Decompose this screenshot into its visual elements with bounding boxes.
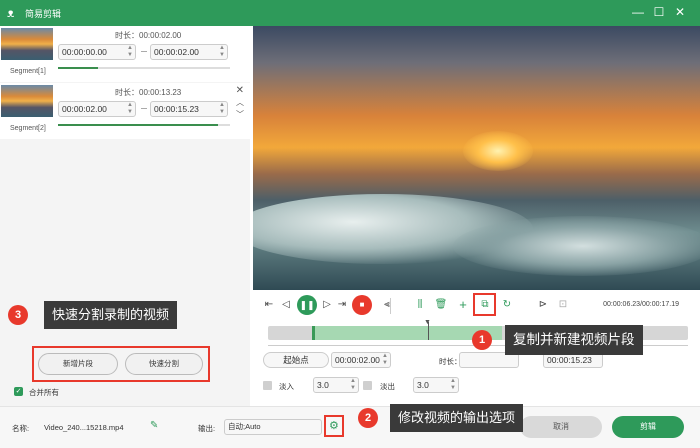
next-mark-icon[interactable]: ⇥ (335, 298, 349, 312)
pause-button[interactable]: ❚❚ (297, 295, 317, 315)
spinner-icon[interactable]: ▲ ▼ (450, 378, 456, 392)
new-segment-button[interactable]: 新增片段 (38, 353, 118, 375)
snap-right-icon[interactable]: ⊡ (556, 298, 570, 312)
segment-label: Segment[2] (10, 125, 46, 132)
chevron-up-icon[interactable]: ︿ (236, 97, 244, 108)
segment-label: Segment[1] (10, 68, 46, 75)
snap-left-icon[interactable]: ⊳ (536, 298, 550, 312)
fade-out-field[interactable]: 3.0 ▲ ▼ (413, 377, 459, 393)
segment-end-field[interactable]: 00:00:15.23 ▲ ▼ (150, 101, 228, 117)
video-preview[interactable] (253, 26, 700, 290)
file-name: Video_240...15218.mp4 (44, 423, 124, 432)
prev-mark-icon[interactable]: ⇤ (262, 298, 276, 312)
merge-all-label: 合并所有 (29, 388, 59, 397)
fade-out-value: 3.0 (417, 380, 429, 390)
range-separator (141, 51, 147, 52)
spinner-icon[interactable]: ▲ ▼ (219, 45, 225, 59)
segment-item-1[interactable]: Segment[1] 时长：00:00:02.00 00:00:00.00 ▲ ▼ … (0, 26, 250, 82)
reset-icon[interactable]: ↻ (500, 298, 514, 312)
cancel-button[interactable]: 取消 (520, 416, 602, 438)
start-time-value: 00:00:02.00 (335, 355, 380, 365)
callout-badge-1: 1 (472, 330, 492, 350)
timecode: 00:00:06.23/00:00:17.19 (603, 301, 679, 308)
segment-end-field[interactable]: 00:00:02.00 ▲ ▼ (150, 44, 228, 60)
callout-3: 快速分割录制的视频 (44, 301, 178, 329)
divider (390, 298, 391, 314)
segment-duration: 时长：00:00:02.00 (115, 31, 182, 40)
segment-start-field[interactable]: 00:00:02.00 ▲ ▼ (58, 101, 136, 117)
output-bar: 名称: Video_240...15218.mp4 ✎ 输出: 自动;Auto … (0, 406, 700, 448)
segment-item-2[interactable]: Segment[2] 时长：00:00:13.23 00:00:02.00 ▲ ▼ … (0, 83, 250, 139)
start-point-label: 起始点 (283, 355, 309, 365)
segment-list-panel: Segment[1] 时长：00:00:02.00 00:00:00.00 ▲ ▼ … (0, 26, 250, 406)
fade-in-label: 淡入 (279, 382, 294, 391)
maximize-icon[interactable]: ☐ (652, 5, 666, 19)
segment-progress-fill (58, 124, 218, 126)
callout-2: 修改视频的输出选项 (390, 404, 524, 432)
chevron-down-icon[interactable]: ﹀ (236, 109, 244, 120)
spinner-icon[interactable]: ▲ ▼ (219, 102, 225, 116)
output-value: 自动;Auto (228, 422, 261, 431)
sun-glow (463, 131, 533, 171)
output-label: 输出: (198, 424, 216, 433)
quick-split-button[interactable]: 快速分割 (125, 353, 203, 375)
range-separator (141, 108, 147, 109)
start-time-field[interactable]: 00:00:02.00 ▲ ▼ (331, 352, 391, 368)
output-select[interactable]: 自动;Auto (224, 419, 322, 435)
fade-in-field[interactable]: 3.0 ▲ ▼ (313, 377, 359, 393)
segment-progress (58, 124, 230, 126)
segment-thumbnail (1, 85, 53, 117)
fade-out-label: 淡出 (380, 382, 395, 391)
segment-progress-fill (58, 67, 98, 69)
segment-start-field[interactable]: 00:00:00.00 ▲ ▼ (58, 44, 136, 60)
segment-start-value: 00:00:00.00 (62, 47, 107, 57)
segment-duration: 时长：00:00:13.23 (115, 88, 182, 97)
edit-name-icon[interactable]: ✎ (150, 420, 158, 431)
title-bar: ᴥ 简易剪辑 — ☐ ✕ (0, 0, 700, 26)
spinner-icon[interactable]: ▲ ▼ (382, 353, 388, 367)
callout-badge-2: 2 (358, 408, 378, 428)
gear-icon[interactable]: ⚙ (329, 419, 339, 432)
fade-in-checkbox[interactable] (263, 381, 272, 390)
end-time-value: 00:00:15.23 (547, 355, 592, 365)
spinner-icon[interactable]: ▲ ▼ (127, 45, 133, 59)
rabbit-logo-icon: ᴥ (7, 6, 15, 20)
segment-end-value: 00:00:15.23 (154, 104, 199, 114)
segment-progress (58, 67, 230, 69)
merge-all-checkbox[interactable]: ✓ (14, 387, 23, 396)
segment-end-value: 00:00:02.00 (154, 47, 199, 57)
split-icon[interactable]: ⫷ (380, 298, 394, 312)
fade-in-value: 3.0 (317, 380, 329, 390)
spinner-icon[interactable]: ▲ ▼ (350, 378, 356, 392)
record-stop-button[interactable]: ■ (352, 295, 372, 315)
fade-out-checkbox[interactable] (363, 381, 372, 390)
window-title: 简易剪辑 (25, 9, 62, 19)
spinner-icon[interactable]: ▲ ▼ (127, 102, 133, 116)
delete-segment-icon[interactable]: ✕ (236, 85, 244, 96)
callout-badge-3: 3 (8, 305, 28, 325)
start-point-button[interactable]: 起始点 (263, 352, 329, 368)
add-icon[interactable]: + (456, 298, 470, 312)
playhead-marker-icon[interactable]: ▼ (424, 319, 431, 326)
segment-thumbnail (1, 28, 53, 60)
callout-1: 复制并新建视频片段 (505, 325, 643, 355)
split-segment-icon[interactable]: ⫼ (413, 298, 427, 312)
wave-foam (453, 216, 700, 276)
prev-frame-icon[interactable]: ◁ (279, 298, 293, 312)
close-icon[interactable]: ✕ (673, 5, 687, 19)
name-label: 名称: (12, 424, 30, 433)
cut-button[interactable]: 剪辑 (612, 416, 684, 438)
trash-icon[interactable]: 🗑 (434, 298, 448, 312)
next-frame-icon[interactable]: ▷ (320, 298, 334, 312)
highlight-box (473, 293, 496, 316)
minimize-icon[interactable]: — (631, 5, 645, 19)
segment-start-value: 00:00:02.00 (62, 104, 107, 114)
